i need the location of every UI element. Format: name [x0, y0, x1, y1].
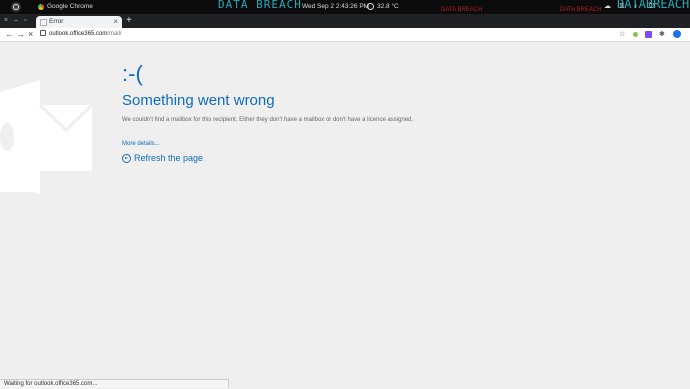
- refresh-page-link[interactable]: Refresh the page: [122, 153, 203, 163]
- chrome-icon: [38, 3, 44, 10]
- window-controls: × – ▫: [4, 17, 26, 24]
- wallpaper-text-red-right: DATA BREACH: [560, 7, 602, 13]
- system-top-bar: Google Chrome DATA BREACH Wed Sep 2 2:43…: [0, 0, 690, 14]
- browser-toolbar: ← → × outlook.office365.com/mail/ ☆ ✱ ⋮: [0, 28, 690, 42]
- sad-face: :-(: [122, 61, 143, 86]
- close-window-icon[interactable]: ×: [4, 17, 8, 24]
- extension-green-icon[interactable]: [633, 31, 638, 37]
- stop-loading-button[interactable]: ×: [28, 28, 33, 41]
- network-icon[interactable]: ⇅: [619, 3, 626, 10]
- extensions-puzzle-icon[interactable]: ✱: [659, 31, 666, 38]
- active-app-indicator[interactable]: Google Chrome: [38, 3, 93, 10]
- outlook-logo-watermark: [0, 80, 94, 194]
- active-app-name: Google Chrome: [47, 3, 93, 10]
- tab-title: Error: [49, 18, 64, 25]
- bookmark-star-icon[interactable]: ☆: [619, 31, 626, 38]
- wallpaper-text-data-breach: DATA BREACH: [218, 0, 302, 11]
- close-tab-icon[interactable]: ×: [113, 17, 118, 26]
- power-icon[interactable]: ⏻: [649, 3, 656, 10]
- temperature-value: 32.8 °C: [377, 3, 399, 10]
- url-host: outlook.office365.com: [49, 31, 108, 37]
- sun-icon: [367, 3, 374, 10]
- profile-avatar[interactable]: [673, 30, 681, 38]
- toolbar-icons: ☆ ✱ ⋮: [619, 30, 690, 38]
- weather-indicator[interactable]: 32.8 °C: [367, 3, 399, 10]
- loading-status-bar: Waiting for outlook.office365.com...: [0, 379, 229, 388]
- tab-error[interactable]: Error ×: [36, 16, 122, 28]
- forward-button[interactable]: →: [16, 28, 25, 41]
- url-path: /mail/: [107, 31, 122, 37]
- system-tray: ☁ ⇅ ♪ ⏻: [604, 3, 656, 10]
- error-message: We couldn't find a mailbox for this reci…: [122, 117, 414, 123]
- lock-icon[interactable]: [40, 30, 46, 37]
- more-details-link[interactable]: More details...: [122, 141, 160, 147]
- back-button[interactable]: ←: [5, 28, 14, 41]
- tab-strip: × – ▫ Error × +: [0, 14, 690, 28]
- volume-icon[interactable]: ♪: [634, 3, 641, 10]
- error-heading: Something went wrong: [122, 92, 275, 109]
- activities-icon[interactable]: [11, 2, 21, 12]
- minimize-window-icon[interactable]: –: [14, 17, 18, 24]
- clock[interactable]: Wed Sep 2 2:43:26 PM: [302, 3, 369, 10]
- refresh-label: Refresh the page: [134, 153, 204, 163]
- maximize-window-icon[interactable]: ▫: [24, 17, 26, 24]
- wallpaper-text-red-left: DATA BREACH: [441, 7, 483, 13]
- new-tab-button[interactable]: +: [126, 15, 132, 26]
- address-bar[interactable]: outlook.office365.com/mail/: [40, 29, 630, 40]
- page-favicon-icon: [40, 19, 47, 26]
- cloud-icon[interactable]: ☁: [604, 3, 611, 10]
- refresh-arrow-icon: [122, 153, 131, 163]
- extension-purple-icon[interactable]: [645, 30, 652, 38]
